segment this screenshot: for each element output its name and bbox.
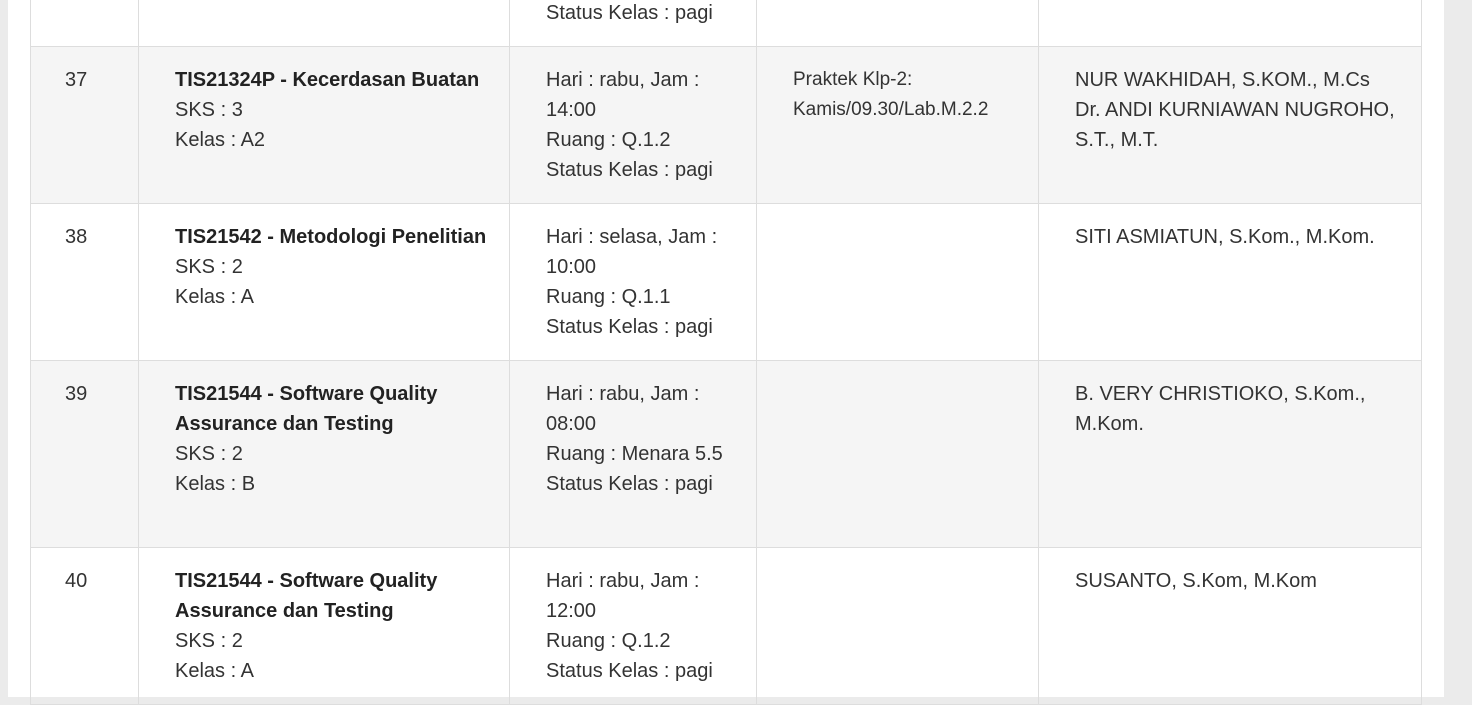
class-room: Ruang : Q.1.2 — [546, 630, 671, 652]
course-cell: TIS21324P - Kecerdasan Buatan SKS : 3 Ke… — [138, 46, 510, 204]
class-status: Status Kelas : pagi — [546, 660, 713, 682]
notes-cell — [756, 203, 1039, 361]
notes-cell: Praktek Klp-2: Kamis/09.30/Lab.M.2.2 — [756, 46, 1039, 204]
course-sks: SKS : 2 — [175, 630, 243, 652]
table-row: 37 TIS21324P - Kecerdasan Buatan SKS : 3… — [30, 46, 1422, 204]
schedule-cell: Hari : rabu, Jam : 14:00 Ruang : Q.1.2 S… — [509, 46, 757, 204]
class-room: Ruang : Q.1.1 — [546, 286, 671, 308]
note-line: Praktek Klp-2: — [793, 69, 913, 90]
course-sks: SKS : 3 — [175, 99, 243, 121]
page-content: Status Kelas : pagi 37 TIS21324P - Kecer… — [8, 0, 1444, 705]
lecturer-name: SUSANTO, S.Kom, M.Kom — [1075, 570, 1317, 592]
course-sks: SKS : 2 — [175, 443, 243, 465]
schedule-cell: Hari : selasa, Jam : 10:00 Ruang : Q.1.1… — [509, 203, 757, 361]
class-status: Status Kelas : pagi — [546, 159, 713, 181]
schedule-cell: Status Kelas : pagi — [509, 0, 757, 47]
note-line: Kamis/09.30/Lab.M.2.2 — [793, 99, 989, 120]
schedule-cell: Hari : rabu, Jam : 08:00 Ruang : Menara … — [509, 360, 757, 548]
schedule-cell: Hari : rabu, Jam : 12:00 Ruang : Q.1.2 S… — [509, 547, 757, 705]
course-class: Kelas : A — [175, 286, 254, 308]
class-day-time: Hari : selasa, Jam : 10:00 — [546, 226, 718, 278]
course-cell: TIS21542 - Metodologi Penelitian SKS : 2… — [138, 203, 510, 361]
lecturer-cell: B. VERY CHRISTIOKO, S.Kom., M.Kom. — [1038, 360, 1422, 548]
row-number-cell: 38 — [30, 203, 139, 361]
course-title: TIS21544 - Software Quality Assurance da… — [175, 383, 438, 435]
table-row: 40 TIS21544 - Software Quality Assurance… — [30, 547, 1422, 705]
course-title: TIS21324P - Kecerdasan Buatan — [175, 69, 480, 91]
class-day-time: Hari : rabu, Jam : 08:00 — [546, 383, 700, 435]
class-status: Status Kelas : pagi — [546, 316, 713, 338]
lecturer-cell: NUR WAKHIDAH, S.KOM., M.Cs Dr. ANDI KURN… — [1038, 46, 1422, 204]
class-room: Ruang : Menara 5.5 — [546, 443, 723, 465]
table-row: 38 TIS21542 - Metodologi Penelitian SKS … — [30, 203, 1422, 361]
notes-cell — [756, 0, 1039, 47]
notes-cell — [756, 360, 1039, 548]
class-status: Status Kelas : pagi — [546, 2, 713, 24]
lecturer-cell — [1038, 0, 1422, 47]
course-cell: TIS21544 - Software Quality Assurance da… — [138, 547, 510, 705]
lecturer-cell: SITI ASMIATUN, S.Kom., M.Kom. — [1038, 203, 1422, 361]
course-sks: SKS : 2 — [175, 256, 243, 278]
table-row: Status Kelas : pagi — [30, 0, 1422, 47]
row-number-cell — [30, 0, 139, 47]
class-day-time: Hari : rabu, Jam : 12:00 — [546, 570, 700, 622]
lecturer-name: Dr. ANDI KURNIAWAN NUGROHO, S.T., M.T. — [1075, 99, 1395, 151]
course-class: Kelas : B — [175, 473, 256, 495]
notes-cell — [756, 547, 1039, 705]
course-title: TIS21542 - Metodologi Penelitian — [175, 226, 487, 248]
class-day-time: Hari : rabu, Jam : 14:00 — [546, 69, 700, 121]
class-status: Status Kelas : pagi — [546, 473, 713, 495]
page-margin-right — [1444, 0, 1472, 697]
course-cell: TIS21544 - Software Quality Assurance da… — [138, 360, 510, 548]
course-title: TIS21544 - Software Quality Assurance da… — [175, 570, 438, 622]
course-schedule-table: Status Kelas : pagi 37 TIS21324P - Kecer… — [30, 0, 1422, 705]
lecturer-name: NUR WAKHIDAH, S.KOM., M.Cs — [1075, 69, 1370, 91]
row-number-cell: 37 — [30, 46, 139, 204]
table-row: 39 TIS21544 - Software Quality Assurance… — [30, 360, 1422, 548]
row-number-cell: 39 — [30, 360, 139, 548]
course-class: Kelas : A2 — [175, 129, 266, 151]
class-room: Ruang : Q.1.2 — [546, 129, 671, 151]
lecturer-name: SITI ASMIATUN, S.Kom., M.Kom. — [1075, 226, 1375, 248]
lecturer-name: B. VERY CHRISTIOKO, S.Kom., M.Kom. — [1075, 383, 1366, 435]
lecturer-cell: SUSANTO, S.Kom, M.Kom — [1038, 547, 1422, 705]
course-class: Kelas : A — [175, 660, 254, 682]
course-cell — [138, 0, 510, 47]
row-number-cell: 40 — [30, 547, 139, 705]
